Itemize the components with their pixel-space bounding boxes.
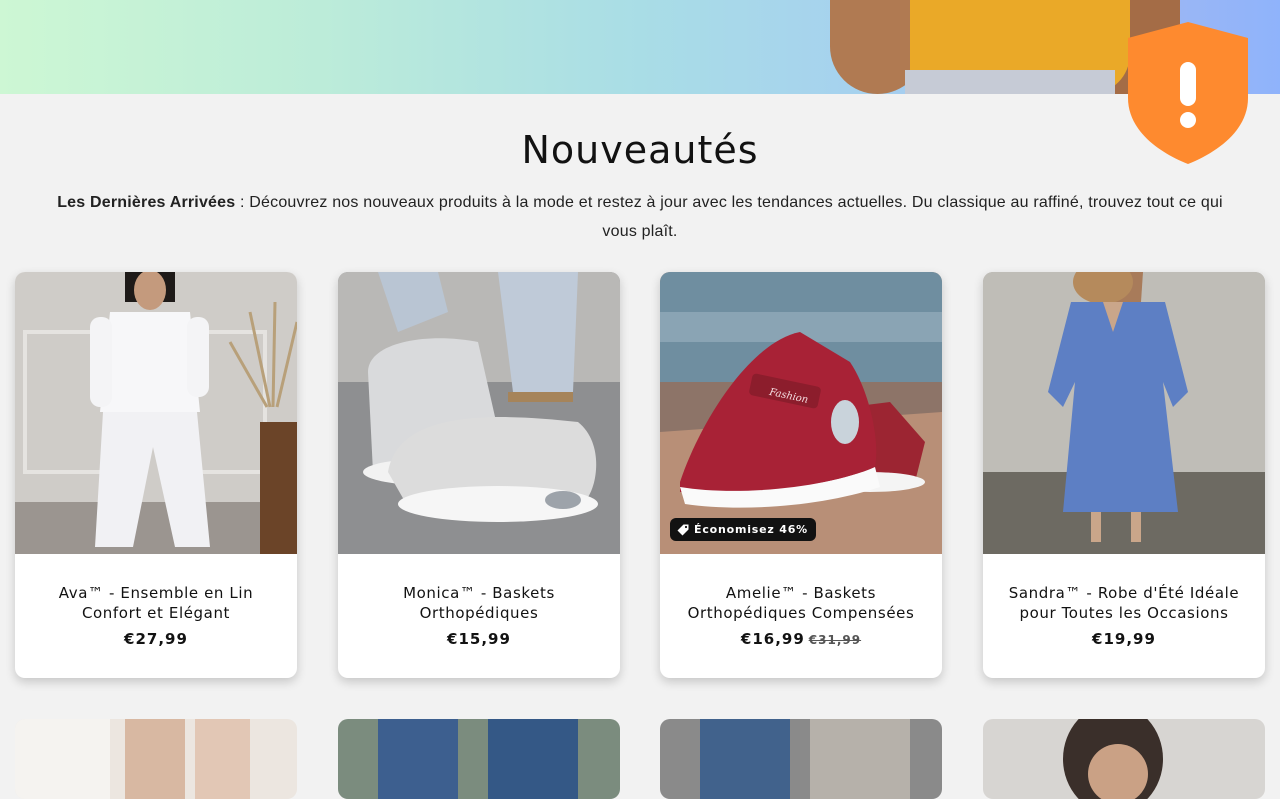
product-title[interactable]: Amelie™ - Baskets Orthopédiques Compensé…	[674, 583, 928, 623]
product-card-image[interactable]	[983, 719, 1265, 799]
product-price: €15,99	[338, 630, 620, 648]
blue-dress-image[interactable]	[983, 272, 1265, 554]
product-price-value: €15,99	[447, 630, 511, 648]
section-description-bold: Les Dernières Arrivées	[57, 194, 236, 211]
sale-badge: Économisez 46%	[670, 518, 816, 541]
product-price-value: €27,99	[124, 630, 188, 648]
product-title[interactable]: Sandra™ - Robe d'Été Idéale pour Toutes …	[997, 583, 1251, 623]
white-linen-outfit-image[interactable]	[15, 272, 297, 554]
product-card-image[interactable]	[338, 719, 620, 799]
section-title: Nouveautés	[521, 128, 759, 172]
product-card[interactable]: Sandra™ - Robe d'Été Idéale pour Toutes …	[983, 272, 1265, 678]
product-price: €27,99	[15, 630, 297, 648]
section-description: Les Dernières Arrivées : Découvrez nos n…	[40, 188, 1240, 246]
product-compare-price: €31,99	[808, 633, 862, 647]
product-price-value: €16,99	[740, 630, 805, 648]
hero-banner	[0, 0, 1280, 94]
grey-sneakers-image[interactable]	[338, 272, 620, 554]
sale-badge-label: Économisez 46%	[694, 523, 808, 536]
product-card[interactable]: Ava™ - Ensemble en Lin Confort et Elégan…	[15, 272, 297, 678]
product-price: €16,99 €31,99	[660, 630, 942, 648]
product-price: €19,99	[983, 630, 1265, 648]
alert-shield-icon[interactable]	[1126, 20, 1250, 166]
tag-icon	[677, 524, 689, 535]
red-sneakers-image[interactable]: Fashion Économisez 46%	[660, 272, 942, 554]
section-description-text: : Découvrez nos nouveaux produits à la m…	[235, 194, 1223, 240]
product-price-value: €19,99	[1092, 630, 1156, 648]
product-card-image[interactable]	[15, 719, 297, 799]
product-title[interactable]: Monica™ - Baskets Orthopédiques	[352, 583, 606, 623]
product-card[interactable]: Fashion Économisez 46% Amelie™ - Baskets…	[660, 272, 942, 678]
product-title[interactable]: Ava™ - Ensemble en Lin Confort et Elégan…	[29, 583, 283, 623]
product-card-image[interactable]	[660, 719, 942, 799]
product-card[interactable]: Monica™ - Baskets Orthopédiques €15,99	[338, 272, 620, 678]
